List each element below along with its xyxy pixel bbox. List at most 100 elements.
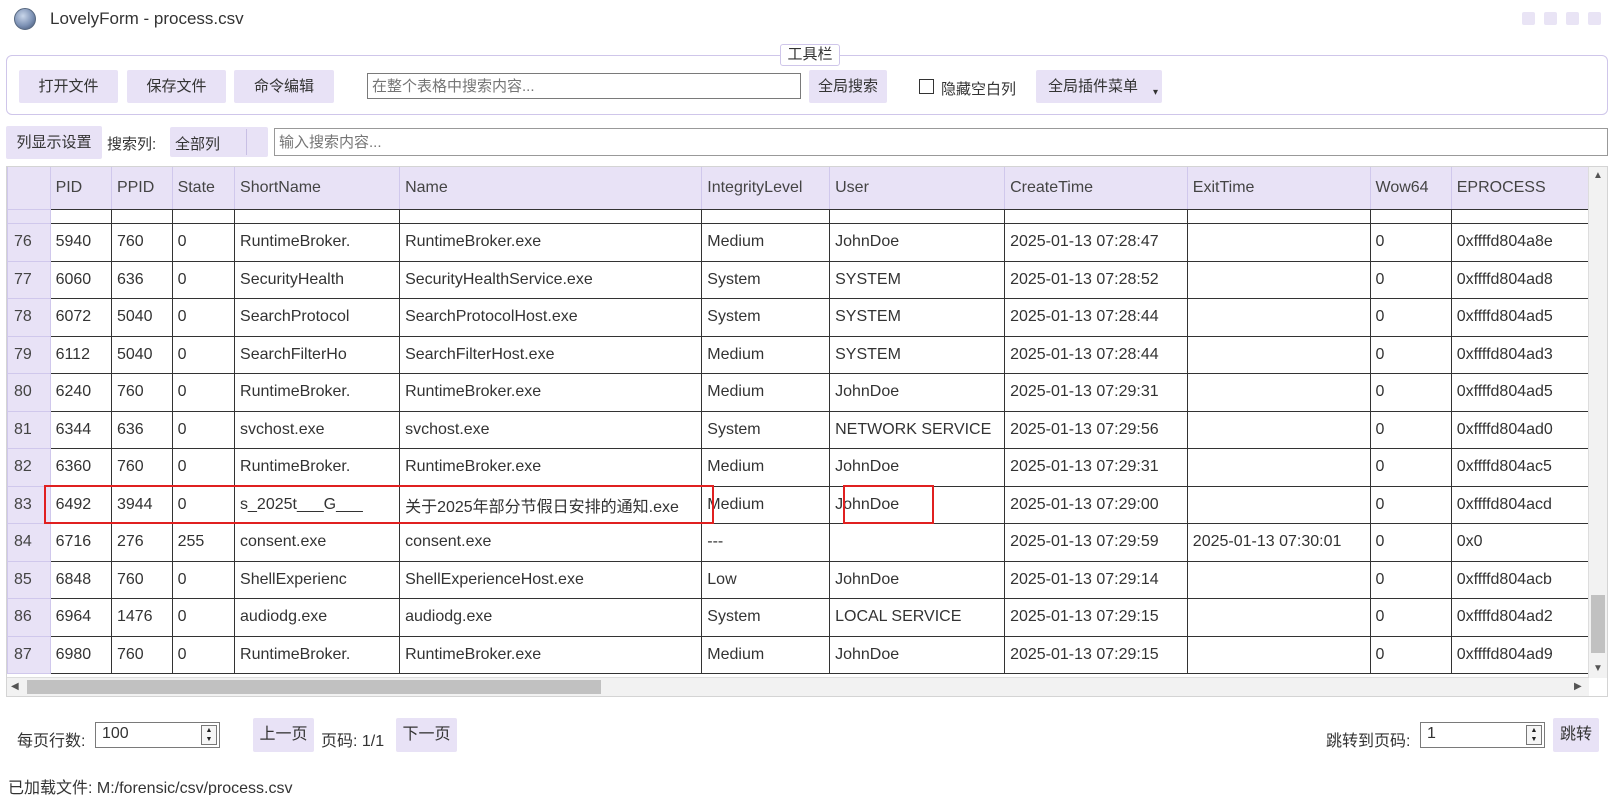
table-cell[interactable]: 0xffffd804ad2 <box>1450 598 1589 637</box>
table-cell[interactable]: 760 <box>110 560 173 599</box>
spin-up-icon[interactable]: ▲ <box>1527 726 1541 735</box>
table-cell[interactable]: SearchProtocolHost.exe <box>399 298 703 337</box>
table-cell[interactable]: 2025-01-13 07:28:44 <box>1004 298 1188 337</box>
table-cell[interactable]: SYSTEM <box>829 260 1006 299</box>
next-page-button[interactable]: 下一页 <box>396 718 457 752</box>
table-cell[interactable]: 0xffffd804ad0 <box>1450 410 1589 449</box>
table-cell[interactable]: 5940 <box>49 223 112 262</box>
column-header[interactable]: PID <box>49 167 112 210</box>
table-cell[interactable]: 636 <box>110 260 173 299</box>
table-cell[interactable]: SecurityHealth <box>234 260 401 299</box>
column-header[interactable]: Name <box>399 167 703 210</box>
row-number[interactable]: 76 <box>7 223 51 262</box>
table-cell[interactable]: 6980 <box>49 635 112 674</box>
table-cell[interactable]: 0 <box>1369 260 1452 299</box>
table-cell[interactable]: 0 <box>1369 448 1452 487</box>
table-cell[interactable]: 0 <box>171 598 236 637</box>
scroll-down-icon[interactable]: ▼ <box>1593 664 1603 674</box>
table-cell[interactable]: 0 <box>1369 560 1452 599</box>
vertical-scrollbar[interactable]: ▲ ▼ <box>1588 167 1607 678</box>
table-cell[interactable]: 0 <box>171 560 236 599</box>
table-cell[interactable]: SYSTEM <box>829 298 1006 337</box>
open-file-button[interactable]: 打开文件 <box>19 70 118 103</box>
table-cell[interactable]: Medium <box>701 485 831 524</box>
table-cell[interactable] <box>1186 485 1371 524</box>
table-cell[interactable]: 2025-01-13 07:29:31 <box>1004 373 1188 412</box>
table-cell[interactable]: LOCAL SERVICE <box>829 598 1006 637</box>
global-search-input[interactable] <box>367 73 801 99</box>
rows-per-page-spinbox[interactable]: 100 ▲ ▼ <box>95 722 220 748</box>
table-cell[interactable]: 760 <box>110 635 173 674</box>
table-row[interactable]: 78 6072 5040 0 SearchProtocol SearchProtocolH… <box>7 298 1589 337</box>
table-row[interactable]: 82 6360 760 0 RuntimeBroker. RuntimeBroker.ex… <box>7 448 1589 487</box>
table-row[interactable]: 79 6112 5040 0 SearchFilterHo SearchFilterHos… <box>7 335 1589 374</box>
table-cell[interactable]: 6360 <box>49 448 112 487</box>
table-cell[interactable]: RuntimeBroker. <box>234 635 401 674</box>
table-row[interactable]: 81 6344 636 0 svchost.exe svchost.exe System NE… <box>7 410 1589 449</box>
jump-page-stepper[interactable]: ▲ ▼ <box>1526 725 1542 745</box>
table-cell[interactable]: 0x0 <box>1450 523 1589 562</box>
table-cell[interactable]: 255 <box>171 523 236 562</box>
table-cell[interactable]: 0xffffd804acd <box>1450 485 1589 524</box>
table-row[interactable]: 84 6716 276 255 consent.exe consent.exe --- 202… <box>7 523 1589 562</box>
table-cell[interactable]: RuntimeBroker.exe <box>399 223 703 262</box>
table-cell[interactable]: 0 <box>171 260 236 299</box>
jump-page-spinbox[interactable]: 1 ▲ ▼ <box>1420 722 1545 748</box>
table-cell[interactable]: JohnDoe <box>829 635 1006 674</box>
scroll-left-icon[interactable]: ◀ <box>11 682 19 692</box>
table-cell[interactable]: JohnDoe <box>829 373 1006 412</box>
table-cell[interactable]: 276 <box>110 523 173 562</box>
table-cell[interactable]: JohnDoe <box>829 223 1006 262</box>
table-cell[interactable]: RuntimeBroker. <box>234 448 401 487</box>
spin-down-icon[interactable]: ▼ <box>202 735 216 744</box>
table-cell[interactable]: RuntimeBroker.exe <box>399 373 703 412</box>
column-header[interactable]: Wow64 <box>1369 167 1452 210</box>
table-cell[interactable]: 1476 <box>110 598 173 637</box>
table-cell[interactable]: consent.exe <box>399 523 703 562</box>
table-cell[interactable]: 760 <box>110 223 173 262</box>
table-cell[interactable]: NETWORK SERVICE <box>829 410 1006 449</box>
table-cell[interactable] <box>1186 373 1371 412</box>
table-cell[interactable]: svchost.exe <box>399 410 703 449</box>
table-cell[interactable]: Medium <box>701 223 831 262</box>
table-cell[interactable] <box>1186 260 1371 299</box>
global-search-button[interactable]: 全局搜索 <box>809 70 887 103</box>
table-cell[interactable]: Low <box>701 560 831 599</box>
table-row[interactable]: 86 6964 1476 0 audiodg.exe audiodg.exe System L… <box>7 598 1589 637</box>
table-cell[interactable]: 3944 <box>110 485 173 524</box>
table-cell[interactable]: 2025-01-13 07:29:56 <box>1004 410 1188 449</box>
table-cell[interactable]: 6240 <box>49 373 112 412</box>
table-cell[interactable]: consent.exe <box>234 523 401 562</box>
prev-page-button[interactable]: 上一页 <box>253 718 314 752</box>
row-number[interactable]: 81 <box>7 410 51 449</box>
table-cell[interactable]: 0xffffd804ad9 <box>1450 635 1589 674</box>
plugin-menu-button[interactable]: 全局插件菜单 ▾ <box>1036 70 1162 103</box>
table-row[interactable]: 87 6980 760 0 RuntimeBroker. RuntimeBroker.ex… <box>7 635 1589 674</box>
table-cell[interactable]: 760 <box>110 373 173 412</box>
table-cell[interactable]: 2025-01-13 07:28:52 <box>1004 260 1188 299</box>
table-cell[interactable]: 2025-01-13 07:30:01 <box>1186 523 1371 562</box>
table-cell[interactable]: Medium <box>701 635 831 674</box>
table-cell[interactable]: 6344 <box>49 410 112 449</box>
table-cell[interactable]: System <box>701 298 831 337</box>
table-cell[interactable]: 关于2025年部分节假日安排的通知.exe <box>399 485 703 524</box>
table-cell[interactable]: 6964 <box>49 598 112 637</box>
column-header[interactable]: EPROCESS <box>1450 167 1589 210</box>
rows-per-page-stepper[interactable]: ▲ ▼ <box>201 725 217 745</box>
table-cell[interactable]: 2025-01-13 07:29:59 <box>1004 523 1188 562</box>
table-cell[interactable]: 0 <box>171 223 236 262</box>
table-cell[interactable]: 0 <box>1369 373 1452 412</box>
table-cell[interactable]: 0 <box>1369 410 1452 449</box>
table-cell[interactable] <box>829 523 1006 562</box>
table-cell[interactable]: RuntimeBroker.exe <box>399 635 703 674</box>
table-cell[interactable] <box>1186 410 1371 449</box>
table-cell[interactable]: s_2025t___G___ <box>234 485 401 524</box>
table-cell[interactable]: System <box>701 598 831 637</box>
table-cell[interactable]: 0 <box>1369 485 1452 524</box>
search-column-select[interactable]: 全部列 <box>170 127 268 157</box>
table-cell[interactable]: 0 <box>1369 335 1452 374</box>
vertical-scroll-thumb[interactable] <box>1591 595 1605 653</box>
row-number[interactable]: 82 <box>7 448 51 487</box>
table-cell[interactable]: audiodg.exe <box>234 598 401 637</box>
scroll-up-icon[interactable]: ▲ <box>1593 171 1603 181</box>
